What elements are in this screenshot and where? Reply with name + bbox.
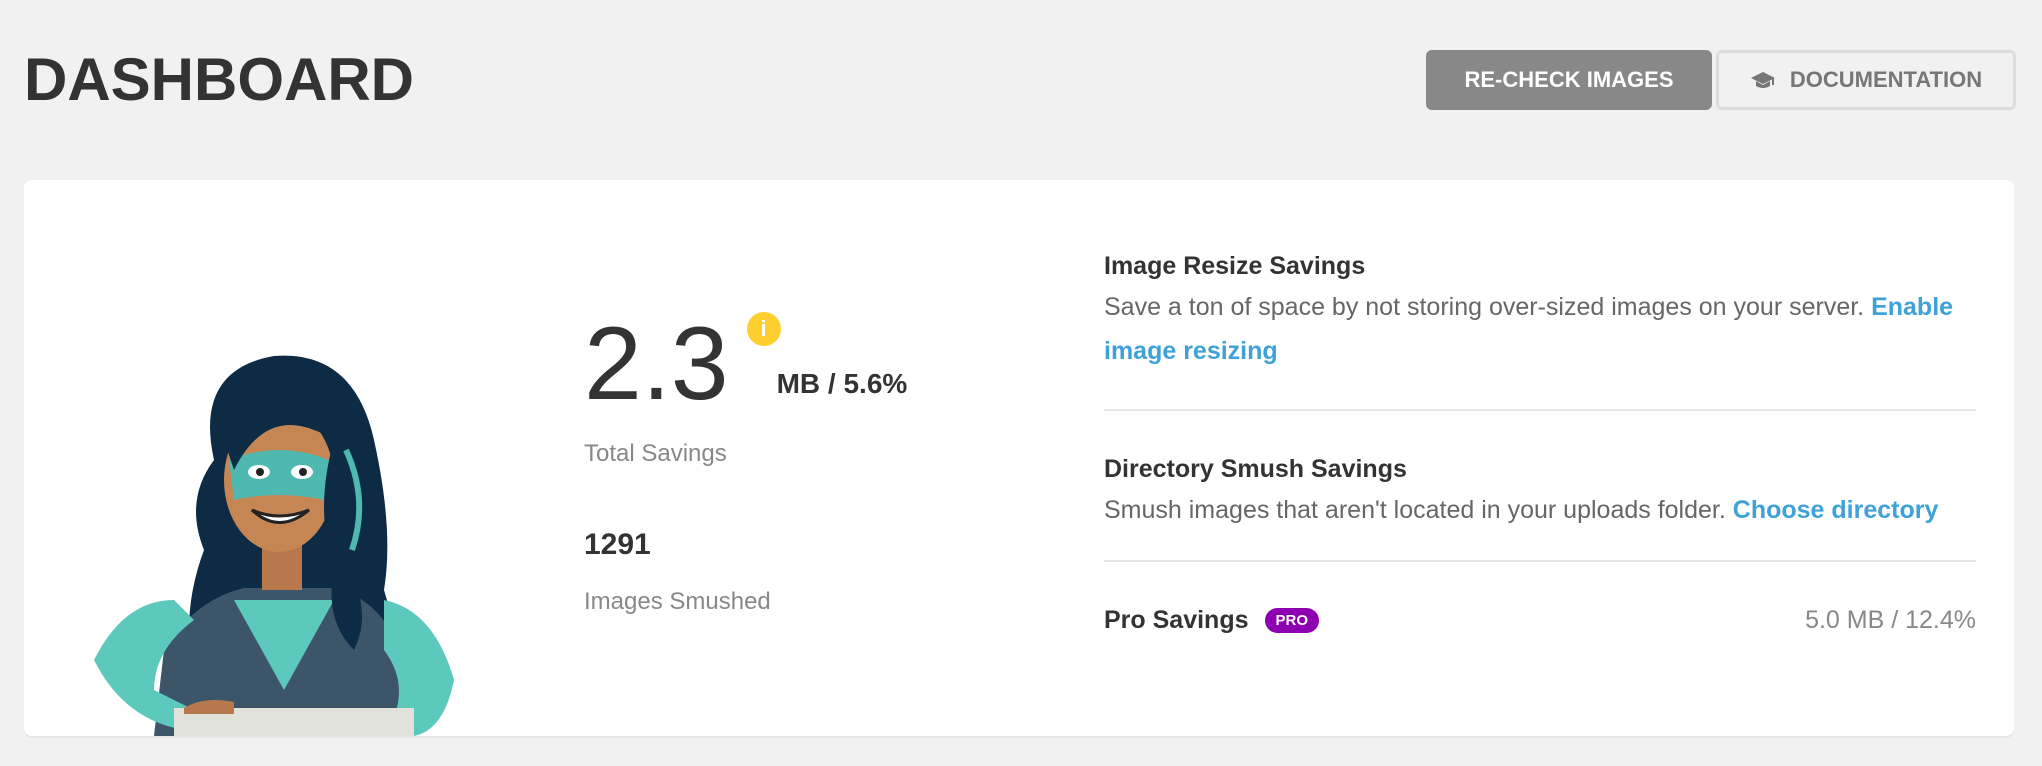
total-savings-row: 2.3 i MB / 5.6% — [584, 310, 1024, 416]
mascot-illustration — [94, 355, 454, 736]
pro-badge: PRO — [1264, 608, 1320, 633]
savings-details: Image Resize Savings Save a ton of space… — [1104, 252, 1976, 635]
pro-savings: Pro Savings PRO 5.0 MB / 12.4% — [1104, 562, 1976, 635]
image-resize-title: Image Resize Savings — [1104, 252, 1366, 280]
page-title: DASHBOARD — [24, 46, 414, 113]
directory-smush-description: Smush images that aren't located in your… — [1104, 488, 1976, 532]
graduation-cap-icon — [1750, 70, 1776, 90]
total-savings-label: Total Savings — [584, 440, 727, 467]
image-resize-text: Save a ton of space by not storing over-… — [1104, 293, 1865, 321]
documentation-button[interactable]: DOCUMENTATION — [1716, 50, 2016, 110]
documentation-label: DOCUMENTATION — [1789, 67, 1983, 92]
images-smushed-label: Images Smushed — [584, 588, 771, 615]
dashboard-summary-card: 2.3 i MB / 5.6% Total Savings 1291 Image… — [24, 180, 2014, 736]
total-savings-value: 2.3 — [584, 306, 729, 422]
total-savings-unit: MB / 5.6% — [776, 368, 908, 399]
savings-summary: 2.3 i MB / 5.6% Total Savings 1291 Image… — [584, 310, 1024, 616]
pro-savings-title: Pro Savings — [1104, 606, 1249, 634]
directory-smush-text: Smush images that aren't located in your… — [1104, 496, 1726, 524]
recheck-images-button[interactable]: RE-CHECK IMAGES — [1426, 50, 1712, 110]
page-header: DASHBOARD RE-CHECK IMAGES DOCUMENTATION — [24, 40, 2016, 120]
recheck-images-label: RE-CHECK IMAGES — [1464, 67, 1674, 92]
info-icon[interactable]: i — [746, 312, 781, 346]
directory-smush-title: Directory Smush Savings — [1104, 455, 1407, 483]
images-smushed-count: 1291 — [584, 528, 651, 561]
pro-savings-value: 5.0 MB / 12.4% — [1805, 606, 1976, 634]
image-resize-savings: Image Resize Savings Save a ton of space… — [1104, 252, 1976, 411]
directory-smush-savings: Directory Smush Savings Smush images tha… — [1104, 411, 1976, 562]
image-resize-description: Save a ton of space by not storing over-… — [1104, 285, 1976, 373]
choose-directory-link[interactable]: Choose directory — [1733, 496, 1939, 524]
